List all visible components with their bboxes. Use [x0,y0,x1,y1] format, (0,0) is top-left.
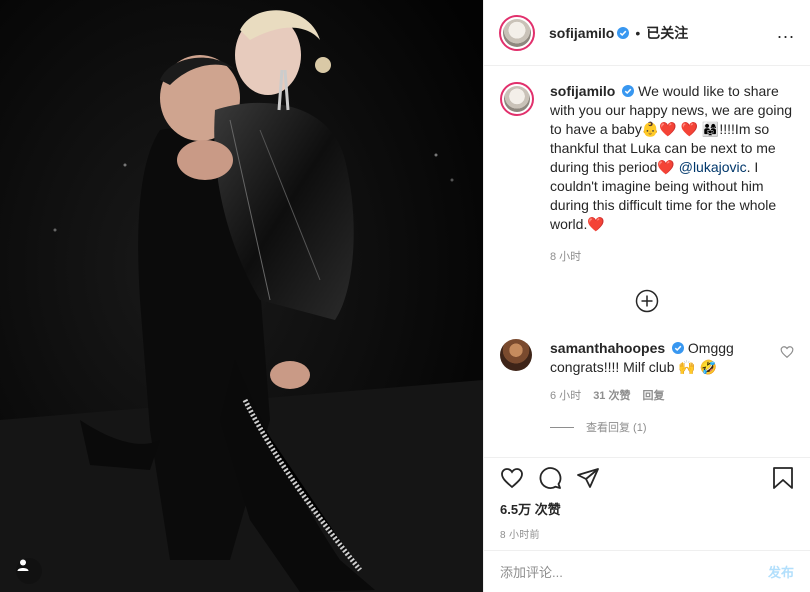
comment-time[interactable]: 6 小时 [550,387,581,403]
caption-row: sofijamilo We would like to share with y… [500,82,794,267]
likes-number: 6.5万 [500,502,532,517]
caption-emoji-3: ❤️ [587,216,605,232]
comment-meta: 6 小时 31 次赞 回复 [550,387,770,403]
post-actions: 6.5万 次赞 8 小时前 [484,457,810,563]
likes-count[interactable]: 6.5万 次赞 [500,499,794,518]
caption-emoji-1: 👶❤️ ❤️ 👨‍👩‍👧 [641,121,720,137]
comment-body: samanthahoopes Omggg congrats!!!! Milf c… [550,339,770,403]
comment-likes[interactable]: 31 次赞 [593,387,630,403]
photo-illustration [0,0,483,592]
verified-icon [672,342,685,354]
post-photo[interactable] [0,0,483,592]
caption-avatar[interactable] [500,82,534,116]
view-replies-button[interactable]: 查看回复 (1) [550,419,794,435]
verified-icon [622,85,635,97]
bookmark-icon[interactable] [772,466,794,490]
like-icon[interactable] [500,466,524,490]
caption-time: 8 小时 [550,251,582,263]
comment-icon[interactable] [538,466,562,490]
comment-input[interactable]: 添加评论... [500,562,768,581]
action-icons [500,461,794,495]
follow-status-button[interactable]: 已关注 [646,23,688,43]
comment-composer: 添加评论... 发布 [484,550,810,592]
replies-divider [550,426,574,428]
post-header: sofijamilo • 已关注 ... [484,0,810,66]
commenter-username[interactable]: samanthahoopes [550,340,665,356]
tagged-user-button[interactable] [16,558,42,584]
comment-reply-button[interactable]: 回复 [642,387,664,403]
commenter-avatar[interactable] [500,339,532,371]
caption-emoji-2: ❤️ [657,159,675,175]
comment-like-icon[interactable] [780,345,794,359]
post-time[interactable]: 8 小时前 [500,526,794,541]
comment-row: samanthahoopes Omggg congrats!!!! Milf c… [500,339,794,403]
author-avatar[interactable] [499,14,535,51]
caption-username[interactable]: sofijamilo [550,83,615,99]
user-icon [17,559,29,571]
comment-text: samanthahoopes Omggg congrats!!!! Milf c… [550,339,770,377]
header-separator: • [635,24,641,41]
post-sidebar: sofijamilo • 已关注 ... sofijamilo We would… [483,0,810,592]
verified-icon [617,26,630,39]
post-container: sofijamilo • 已关注 ... sofijamilo We would… [0,0,810,592]
view-replies-label: 查看回复 (1) [586,422,647,434]
caption-mention-link[interactable]: @lukajovic [679,159,747,175]
comments-section: sofijamilo We would like to share with y… [484,66,810,457]
post-comment-button[interactable]: 发布 [768,562,794,581]
likes-label: 次赞 [534,502,561,517]
more-options-icon[interactable]: ... [777,22,795,43]
author-username[interactable]: sofijamilo [549,25,614,41]
caption-text: sofijamilo We would like to share with y… [550,82,794,267]
share-icon[interactable] [576,466,600,490]
load-more-comments-icon[interactable] [635,289,659,313]
comment-emoji: 🙌 🤣 [678,359,718,375]
